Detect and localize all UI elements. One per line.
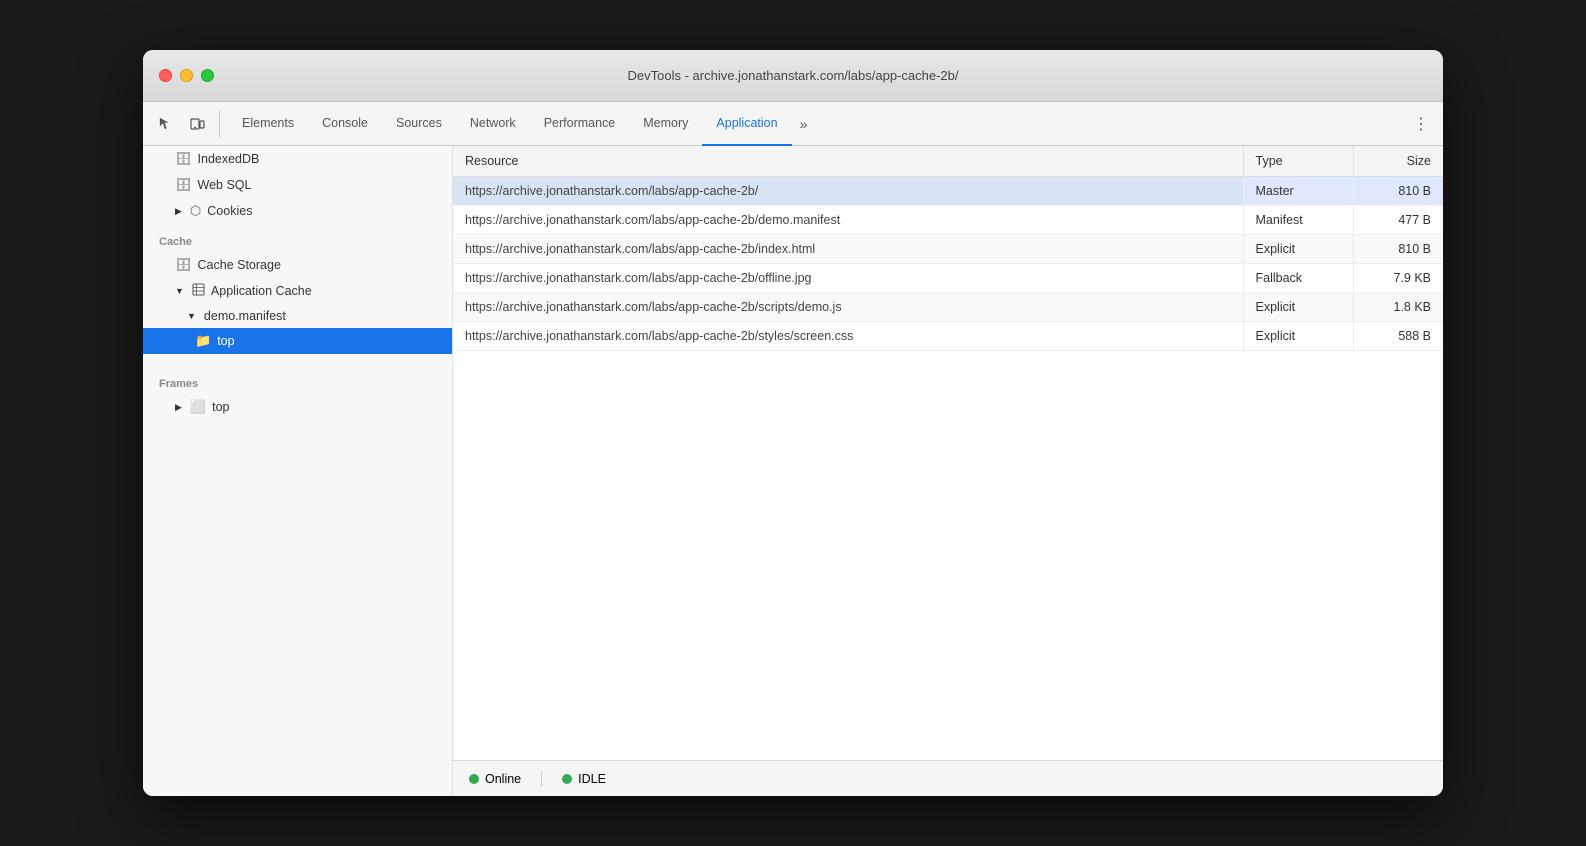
tab-bar: Elements Console Sources Network Perform… (143, 102, 1443, 146)
expand-arrow-icon: ▶ (175, 206, 182, 217)
sidebar-item-app-cache[interactable]: ▼ Application Cache (143, 278, 452, 304)
resource-cell: https://archive.jonathanstark.com/labs/a… (453, 206, 1243, 235)
type-column-header: Type (1243, 146, 1353, 177)
type-cell: Explicit (1243, 293, 1353, 322)
data-table: Resource Type Size https://archive.jonat… (453, 146, 1443, 760)
resource-cell: https://archive.jonathanstark.com/labs/a… (453, 264, 1243, 293)
idle-dot (562, 774, 572, 784)
cookies-icon: ⬡ (190, 203, 201, 219)
tab-network[interactable]: Network (456, 102, 530, 146)
resource-cell: https://archive.jonathanstark.com/labs/a… (453, 177, 1243, 206)
table-row[interactable]: https://archive.jonathanstark.com/labs/a… (453, 264, 1443, 293)
tab-performance[interactable]: Performance (530, 102, 630, 146)
devtools-window: DevTools - archive.jonathanstark.com/lab… (143, 50, 1443, 796)
expand-arrow-icon: ▼ (187, 311, 196, 321)
sidebar-item-top-frame[interactable]: ▶ ⬜ top (143, 394, 452, 420)
minimize-button[interactable] (180, 69, 193, 82)
sidebar: 🗄 IndexedDB 🗄 Web SQL ▶ ⬡ Cookies Cache … (143, 146, 453, 796)
size-cell: 477 B (1353, 206, 1443, 235)
sidebar-item-websql[interactable]: 🗄 Web SQL (143, 172, 452, 198)
database-icon: 🗄 (175, 177, 192, 193)
table-header-row: Resource Type Size (453, 146, 1443, 177)
tab-menu-button[interactable]: ⋮ (1407, 110, 1435, 138)
type-cell: Master (1243, 177, 1353, 206)
tab-sources[interactable]: Sources (382, 102, 456, 146)
main-content: 🗄 IndexedDB 🗄 Web SQL ▶ ⬡ Cookies Cache … (143, 146, 1443, 796)
table-row[interactable]: https://archive.jonathanstark.com/labs/a… (453, 322, 1443, 351)
frame-icon: ⬜ (190, 399, 206, 415)
maximize-button[interactable] (201, 69, 214, 82)
status-bar: Online IDLE (453, 760, 1443, 796)
online-indicator: Online (469, 772, 521, 786)
idle-label: IDLE (578, 772, 606, 786)
device-icon[interactable] (183, 110, 211, 138)
sidebar-item-cookies[interactable]: ▶ ⬡ Cookies (143, 198, 452, 224)
sidebar-item-cache-storage[interactable]: 🗄 Cache Storage (143, 252, 452, 278)
resource-cell: https://archive.jonathanstark.com/labs/a… (453, 235, 1243, 264)
size-cell: 1.8 KB (1353, 293, 1443, 322)
devtools-icons (151, 110, 220, 138)
tab-application[interactable]: Application (702, 102, 791, 146)
folder-icon: 📁 (195, 333, 211, 349)
inspect-icon[interactable] (151, 110, 179, 138)
size-cell: 7.9 KB (1353, 264, 1443, 293)
tab-elements[interactable]: Elements (228, 102, 308, 146)
resource-cell: https://archive.jonathanstark.com/labs/a… (453, 293, 1243, 322)
frames-section-label: Frames (143, 366, 452, 394)
tab-console[interactable]: Console (308, 102, 382, 146)
sidebar-item-demo-manifest[interactable]: ▼ demo.manifest (143, 304, 452, 328)
type-cell: Explicit (1243, 322, 1353, 351)
type-cell: Fallback (1243, 264, 1353, 293)
online-label: Online (485, 772, 521, 786)
expand-arrow-icon: ▼ (175, 286, 184, 296)
idle-indicator: IDLE (562, 772, 606, 786)
database-icon: 🗄 (175, 151, 192, 167)
status-separator (541, 771, 542, 787)
size-column-header: Size (1353, 146, 1443, 177)
app-cache-icon (192, 283, 205, 299)
window-title: DevTools - archive.jonathanstark.com/lab… (628, 68, 959, 83)
more-tabs-button[interactable]: » (792, 116, 816, 132)
resource-cell: https://archive.jonathanstark.com/labs/a… (453, 322, 1243, 351)
expand-arrow-icon: ▶ (175, 402, 182, 413)
size-cell: 810 B (1353, 235, 1443, 264)
table-row[interactable]: https://archive.jonathanstark.com/labs/a… (453, 206, 1443, 235)
table-row[interactable]: https://archive.jonathanstark.com/labs/a… (453, 293, 1443, 322)
resource-column-header: Resource (453, 146, 1243, 177)
resources-table: Resource Type Size https://archive.jonat… (453, 146, 1443, 351)
cache-storage-icon: 🗄 (175, 257, 192, 273)
traffic-lights (159, 69, 214, 82)
type-cell: Explicit (1243, 235, 1353, 264)
tab-memory[interactable]: Memory (629, 102, 702, 146)
sidebar-item-top-cache[interactable]: 📁 top (143, 328, 452, 354)
size-cell: 810 B (1353, 177, 1443, 206)
sidebar-item-indexeddb[interactable]: 🗄 IndexedDB (143, 146, 452, 172)
online-dot (469, 774, 479, 784)
table-row[interactable]: https://archive.jonathanstark.com/labs/a… (453, 235, 1443, 264)
close-button[interactable] (159, 69, 172, 82)
type-cell: Manifest (1243, 206, 1353, 235)
table-area: Resource Type Size https://archive.jonat… (453, 146, 1443, 796)
title-bar: DevTools - archive.jonathanstark.com/lab… (143, 50, 1443, 102)
size-cell: 588 B (1353, 322, 1443, 351)
table-row[interactable]: https://archive.jonathanstark.com/labs/a… (453, 177, 1443, 206)
cache-section-label: Cache (143, 224, 452, 252)
